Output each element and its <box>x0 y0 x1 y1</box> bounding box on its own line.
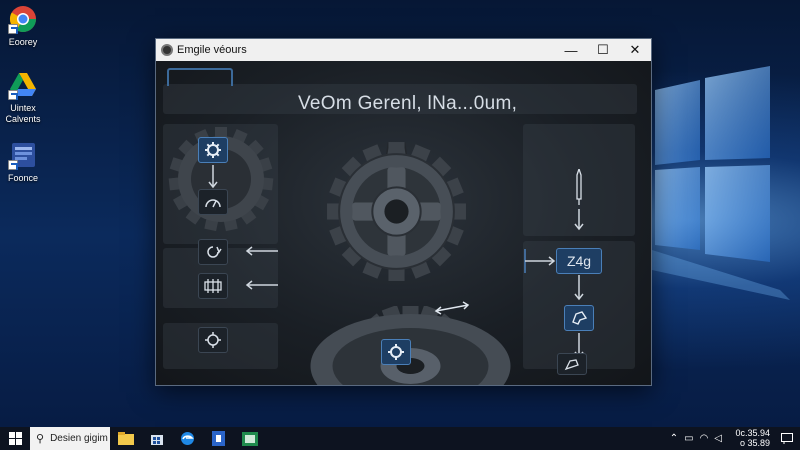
settings-gear-node[interactable] <box>198 137 228 163</box>
store-button[interactable] <box>141 427 172 450</box>
probe-icon <box>576 169 582 205</box>
arrow-down-icon <box>574 275 584 301</box>
maximize-button[interactable]: ☐ <box>587 39 619 61</box>
shape-node[interactable] <box>564 305 594 331</box>
arrow-down-icon <box>208 165 218 189</box>
minimize-button[interactable]: — <box>555 39 587 61</box>
gauge-node[interactable] <box>198 189 228 215</box>
close-button[interactable]: ✕ <box>619 39 651 61</box>
arrow-left-icon <box>245 280 278 290</box>
shape-icon <box>572 311 588 325</box>
store-icon <box>150 434 163 445</box>
windows-icon <box>8 432 22 445</box>
chrome-icon <box>8 4 38 34</box>
app-window: Emgile véours — ☐ ✕ VeOm Gerenl, lNa...0… <box>155 38 652 386</box>
notification-button[interactable] <box>774 427 800 450</box>
cog-icon <box>205 332 221 348</box>
window-content: VeOm Gerenl, lNa...0um, Z4g <box>156 61 651 385</box>
file-explorer-button[interactable] <box>110 427 141 450</box>
desktop-icon-label: Eoorey <box>8 37 38 47</box>
gear-icon <box>205 142 221 158</box>
file-explorer-icon <box>117 432 134 445</box>
large-gear-icon <box>327 142 466 281</box>
start-button[interactable] <box>0 427 30 450</box>
window-titlebar[interactable]: Emgile véours — ☐ ✕ <box>156 39 651 61</box>
desktop-icon-label: Foonce <box>7 173 39 183</box>
clock-time: 0c.35.94 <box>735 428 770 438</box>
desktop-icon-browser[interactable]: Eoorey <box>0 4 46 48</box>
gauge-icon <box>205 199 221 208</box>
module-node[interactable] <box>198 273 228 299</box>
refresh-node[interactable] <box>198 239 228 265</box>
cog-node[interactable] <box>198 327 228 353</box>
desktop-icon-app[interactable]: Foonce <box>0 140 46 184</box>
gear-icon <box>388 344 404 360</box>
battery-icon[interactable]: ▭ <box>684 433 693 444</box>
security-button[interactable] <box>203 427 234 450</box>
edge-icon <box>181 432 194 445</box>
drive-icon <box>8 70 38 100</box>
search-icon: ⚲ <box>36 433 45 445</box>
taskbar: ⚲ Desien gigim ⌃ ▭ ◠ ◁ 0c.35.94 o 35.89 <box>0 427 800 450</box>
security-icon <box>212 431 225 446</box>
system-tray: ⌃ ▭ ◠ ◁ <box>664 427 722 450</box>
center-gear-node[interactable] <box>381 339 411 365</box>
app-icon <box>8 140 38 170</box>
output-node[interactable] <box>557 353 587 375</box>
notification-icon <box>781 433 793 444</box>
chevron-up-icon[interactable]: ⌃ <box>670 433 678 444</box>
gear-app-icon <box>161 44 173 56</box>
desktop-icon-drive[interactable]: Uintex Calvents <box>0 70 46 125</box>
refresh-icon <box>207 246 222 258</box>
module-icon <box>204 279 222 293</box>
volume-icon[interactable]: ◁ <box>714 433 722 444</box>
desktop-icon-label: Uintex Calvents <box>5 103 41 124</box>
app-icon <box>241 431 258 446</box>
taskbar-clock[interactable]: 0c.35.94 o 35.89 <box>730 428 770 448</box>
taskbar-search[interactable]: ⚲ Desien gigim <box>30 427 110 450</box>
double-arrow-icon <box>434 301 470 315</box>
app-button[interactable] <box>234 427 265 450</box>
window-title: Emgile véours <box>177 44 247 56</box>
output-icon <box>564 359 579 371</box>
search-text: Desien gigim <box>50 433 108 444</box>
value-node[interactable]: Z4g <box>556 248 602 274</box>
network-icon[interactable]: ◠ <box>700 433 709 444</box>
selected-tab[interactable] <box>167 68 233 86</box>
clock-date: o 35.89 <box>739 438 770 448</box>
arrow-down-icon <box>574 209 584 231</box>
arrow-right-icon <box>524 249 556 273</box>
page-heading: VeOm Gerenl, lNa...0um, <box>298 93 518 114</box>
arrow-left-icon <box>245 246 278 256</box>
edge-button[interactable] <box>172 427 203 450</box>
